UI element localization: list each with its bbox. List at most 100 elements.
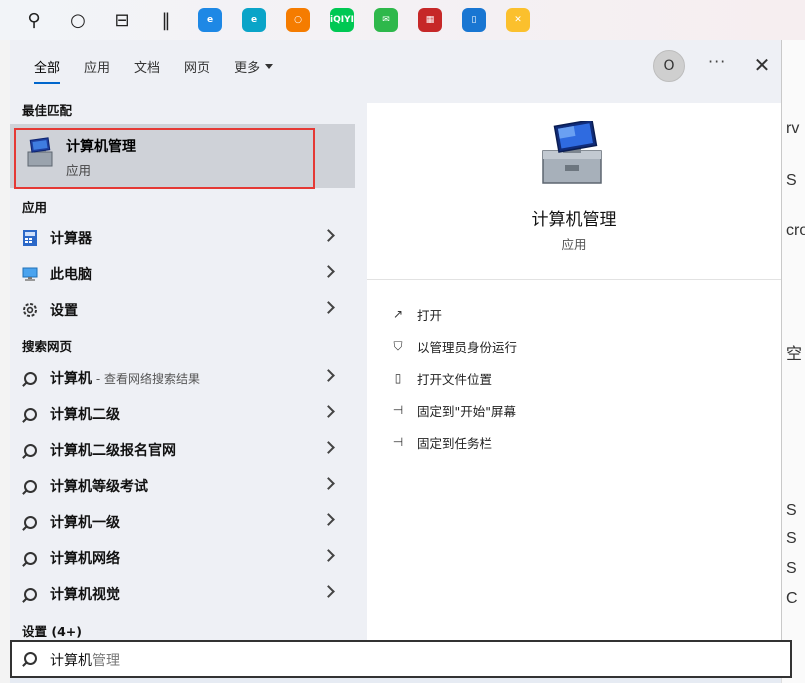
list-item-web-search[interactable]: 计算机视觉: [10, 576, 355, 612]
wechat-app-icon[interactable]: ✉: [366, 0, 406, 40]
list-item-settings[interactable]: 设置: [10, 292, 355, 328]
desktop-peek-right: rv Scro 空 S S S C: [781, 40, 805, 683]
pin-taskbar-icon: ⊣: [392, 435, 404, 449]
gear-icon: [22, 302, 38, 318]
action-label: 以管理员身份运行: [417, 339, 518, 355]
open-icon: ↗: [392, 307, 404, 321]
search-panel: 全部 应用 文档 网页 更多 O ··· ✕ 最佳匹配 计算机管理 应用 应用 …: [10, 40, 782, 640]
calculator-icon: [22, 230, 38, 246]
action-open[interactable]: ↗ 打开: [389, 303, 442, 325]
tab-documents[interactable]: 文档: [122, 40, 172, 92]
app-glyph: iQIYI: [330, 8, 354, 32]
search-term: 计算机网络: [50, 551, 120, 567]
action-pin-start[interactable]: ⊣ 固定到"开始"屏幕: [389, 399, 516, 421]
search-term: 计算机视觉: [50, 587, 120, 603]
results-list: 最佳匹配 计算机管理 应用 应用 计算器 此电脑 设置 搜索网页 计算机 - 查…: [10, 92, 355, 640]
list-item-label: 计算机网络: [50, 548, 120, 568]
background-window-text: S: [786, 560, 797, 577]
search-hint: - 查看网络搜索结果: [92, 372, 200, 386]
cortana-icon[interactable]: ○: [58, 0, 98, 40]
computer-icon: [22, 266, 38, 282]
list-item-web-search[interactable]: 计算机一级: [10, 504, 355, 540]
close-icon: ✕: [753, 53, 771, 77]
list-item-web-search[interactable]: 计算机网络: [10, 540, 355, 576]
search-icon: [24, 652, 37, 669]
detail-subtitle: 应用: [561, 237, 587, 252]
background-window-text: S: [786, 172, 797, 189]
phone-app-icon[interactable]: ▯: [454, 0, 494, 40]
search-icon: [22, 406, 38, 422]
task-view-icon[interactable]: ⊟: [102, 0, 142, 40]
chevron-right-icon[interactable]: [322, 265, 335, 278]
search-input[interactable]: 计算机管理: [50, 650, 120, 670]
iqiyi-app-icon[interactable]: iQIYI: [322, 0, 362, 40]
app-glyph: ▯: [462, 8, 486, 32]
chevron-right-icon[interactable]: [322, 477, 335, 490]
desktop-peek-left: [0, 40, 10, 683]
edge-app-icon[interactable]: e: [234, 0, 274, 40]
tab-all[interactable]: 全部: [22, 40, 72, 92]
background-window-text: S: [786, 530, 797, 547]
settings-header: 设置 (4+): [22, 624, 82, 639]
background-window-text: 空: [786, 346, 803, 363]
tab-apps[interactable]: 应用: [72, 40, 122, 92]
list-item-web-search[interactable]: 计算机二级: [10, 396, 355, 432]
chevron-right-icon[interactable]: [322, 441, 335, 454]
best-match-header: 最佳匹配: [22, 103, 73, 118]
ie-app-icon[interactable]: e: [190, 0, 230, 40]
list-item-calculator[interactable]: 计算器: [10, 220, 355, 256]
list-item-label: 设置: [50, 303, 78, 319]
app-glyph: ○: [286, 8, 310, 32]
file-location-icon: ▯: [394, 371, 402, 385]
tools-app-icon[interactable]: ✕: [498, 0, 538, 40]
tab-web[interactable]: 网页: [172, 40, 222, 92]
detail-pane: 计算机管理 应用 ↗ 打开 ⛉ 以管理员身份运行 ▯ 打开文件位置 ⊣ 固定到"开始"屏幕 ⊣ 固…: [367, 103, 781, 640]
search-icon: [22, 514, 38, 530]
search-term: 计算机二级: [50, 407, 120, 423]
chevron-right-icon[interactable]: [322, 549, 335, 562]
toolbox-app-icon[interactable]: ▦: [410, 0, 450, 40]
more-options-button[interactable]: ···: [708, 52, 726, 71]
detail-title: 计算机管理: [531, 210, 617, 230]
action-pin-taskbar[interactable]: ⊣ 固定到任务栏: [389, 431, 492, 453]
list-item-web-search[interactable]: 计算机二级报名官网: [10, 432, 355, 468]
chevron-right-icon[interactable]: [322, 369, 335, 382]
action-label: 打开: [417, 307, 443, 323]
app-glyph: e: [242, 8, 266, 32]
search-term: 计算机等级考试: [50, 479, 148, 495]
chevron-right-icon[interactable]: [322, 405, 335, 418]
search-icon[interactable]: ⚲: [14, 0, 54, 40]
360-browser-app-icon[interactable]: ○: [278, 0, 318, 40]
computer-management-icon: [27, 137, 53, 167]
chevron-right-icon[interactable]: [322, 301, 335, 314]
search-icon: [22, 442, 38, 458]
action-admin-shield[interactable]: ⛉ 以管理员身份运行: [389, 335, 517, 357]
action-label: 固定到"开始"屏幕: [417, 403, 516, 419]
highlight-box: [14, 128, 315, 189]
chevron-right-icon[interactable]: [322, 513, 335, 526]
list-item-label: 计算机一级: [50, 512, 120, 532]
best-match-subtitle: 应用: [66, 163, 92, 178]
list-item-label: 计算机等级考试: [50, 476, 148, 496]
app-glyph: ✕: [506, 8, 530, 32]
app-glyph: ▦: [418, 8, 442, 32]
chevron-right-icon[interactable]: [322, 229, 335, 242]
background-window-text: C: [786, 590, 798, 607]
chevron-right-icon[interactable]: [322, 585, 335, 598]
close-button[interactable]: ✕: [750, 53, 774, 77]
list-item-web-search[interactable]: 计算机等级考试: [10, 468, 355, 504]
search-box[interactable]: 计算机管理: [10, 640, 792, 678]
action-file-location[interactable]: ▯ 打开文件位置: [389, 367, 492, 389]
list-item-label: 计算机视觉: [50, 584, 120, 604]
background-window-text: rv: [786, 120, 800, 137]
search-typed-text: 计算机: [50, 653, 92, 669]
web-search-header: 搜索网页: [22, 339, 73, 354]
list-item-label: 计算机 - 查看网络搜索结果: [50, 368, 200, 388]
detail-header: 计算机管理 应用: [367, 103, 781, 280]
list-item-this-pc[interactable]: 此电脑: [10, 256, 355, 292]
background-window-text: cro: [786, 222, 805, 239]
list-item-web-search[interactable]: 计算机 - 查看网络搜索结果: [10, 360, 355, 396]
avatar[interactable]: O: [653, 50, 685, 82]
tab-more[interactable]: 更多: [222, 40, 285, 92]
pin-start-icon: ⊣: [392, 403, 404, 417]
